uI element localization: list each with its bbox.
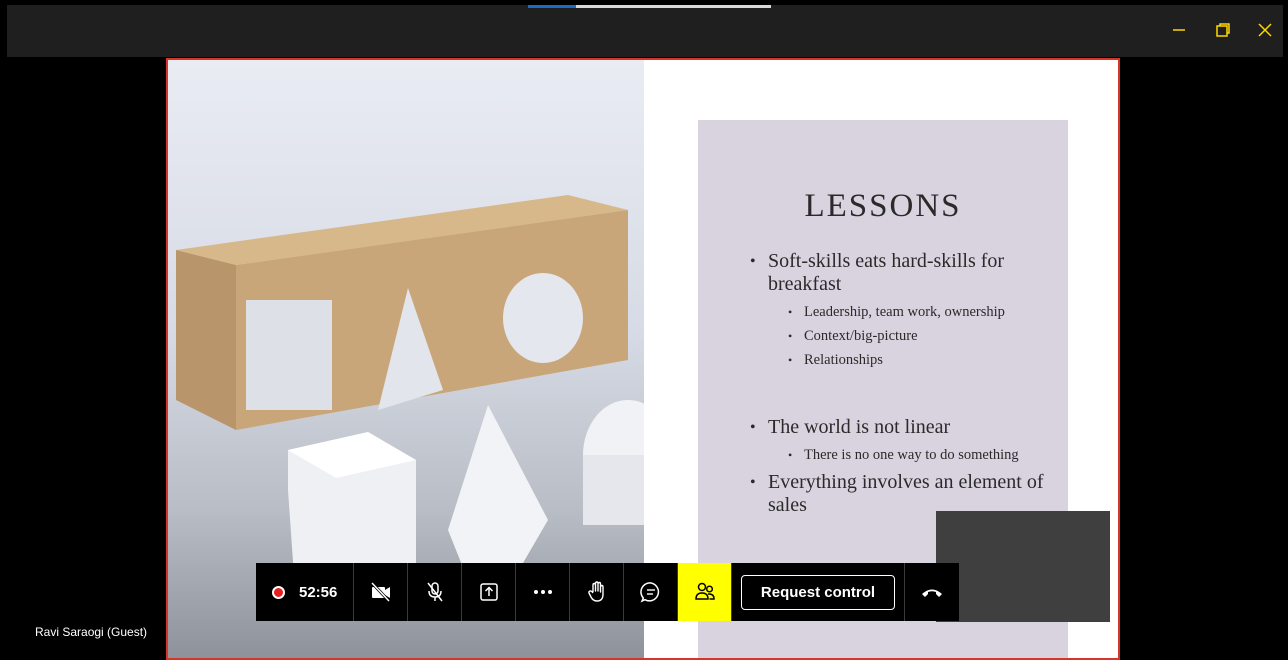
chat-icon — [639, 582, 659, 603]
participants-button[interactable] — [678, 563, 732, 621]
hang-up-icon — [922, 589, 942, 597]
sub-bullet-3: Relationships — [786, 352, 1050, 369]
chat-button[interactable] — [624, 563, 678, 621]
slide-title: LESSONS — [804, 188, 962, 224]
bullet-2: The world is not linear — [750, 416, 1050, 439]
share-screen-icon — [479, 583, 498, 601]
tab-indicator-secondary — [576, 5, 771, 8]
minimize-icon — [1173, 29, 1185, 31]
close-icon — [1258, 23, 1272, 37]
sub-bullet-2: Context/big-picture — [786, 328, 1050, 345]
restore-icon — [1216, 23, 1230, 37]
participants-icon — [694, 582, 715, 600]
restore-button[interactable] — [1210, 17, 1236, 43]
self-view-tile[interactable] — [936, 511, 1110, 622]
tab-indicator — [528, 5, 576, 8]
camera-off-icon — [370, 582, 390, 602]
request-control-cell: Request control — [732, 563, 905, 621]
request-control-button[interactable]: Request control — [740, 574, 896, 610]
microphone-button[interactable] — [408, 563, 462, 621]
bullet-1: Soft-skills eats hard-skills for breakfa… — [750, 250, 1050, 296]
sub-bullet-1: Leadership, team work, ownership — [786, 304, 1050, 321]
minimize-button[interactable] — [1166, 17, 1192, 43]
more-icon — [533, 590, 552, 594]
raise-hand-icon — [587, 581, 604, 602]
hang-up-button[interactable] — [905, 563, 959, 621]
recording-icon — [272, 585, 285, 599]
slide-bullets: Soft-skills eats hard-skills for breakfa… — [750, 250, 1050, 525]
close-button[interactable] — [1252, 17, 1278, 43]
title-bar — [7, 5, 1283, 57]
sub-bullet-4: There is no one way to do something — [786, 447, 1050, 464]
more-actions-button[interactable] — [516, 563, 570, 621]
microphone-off-icon — [426, 582, 443, 602]
meeting-toolbar: 52:56 Request control — [256, 563, 959, 621]
recording-indicator: 52:56 — [256, 563, 354, 621]
share-button[interactable] — [462, 563, 516, 621]
camera-button[interactable] — [354, 563, 408, 621]
meeting-timer: 52:56 — [299, 583, 338, 601]
participant-name-label: Ravi Saraogi (Guest) — [35, 625, 148, 639]
raise-hand-button[interactable] — [570, 563, 624, 621]
